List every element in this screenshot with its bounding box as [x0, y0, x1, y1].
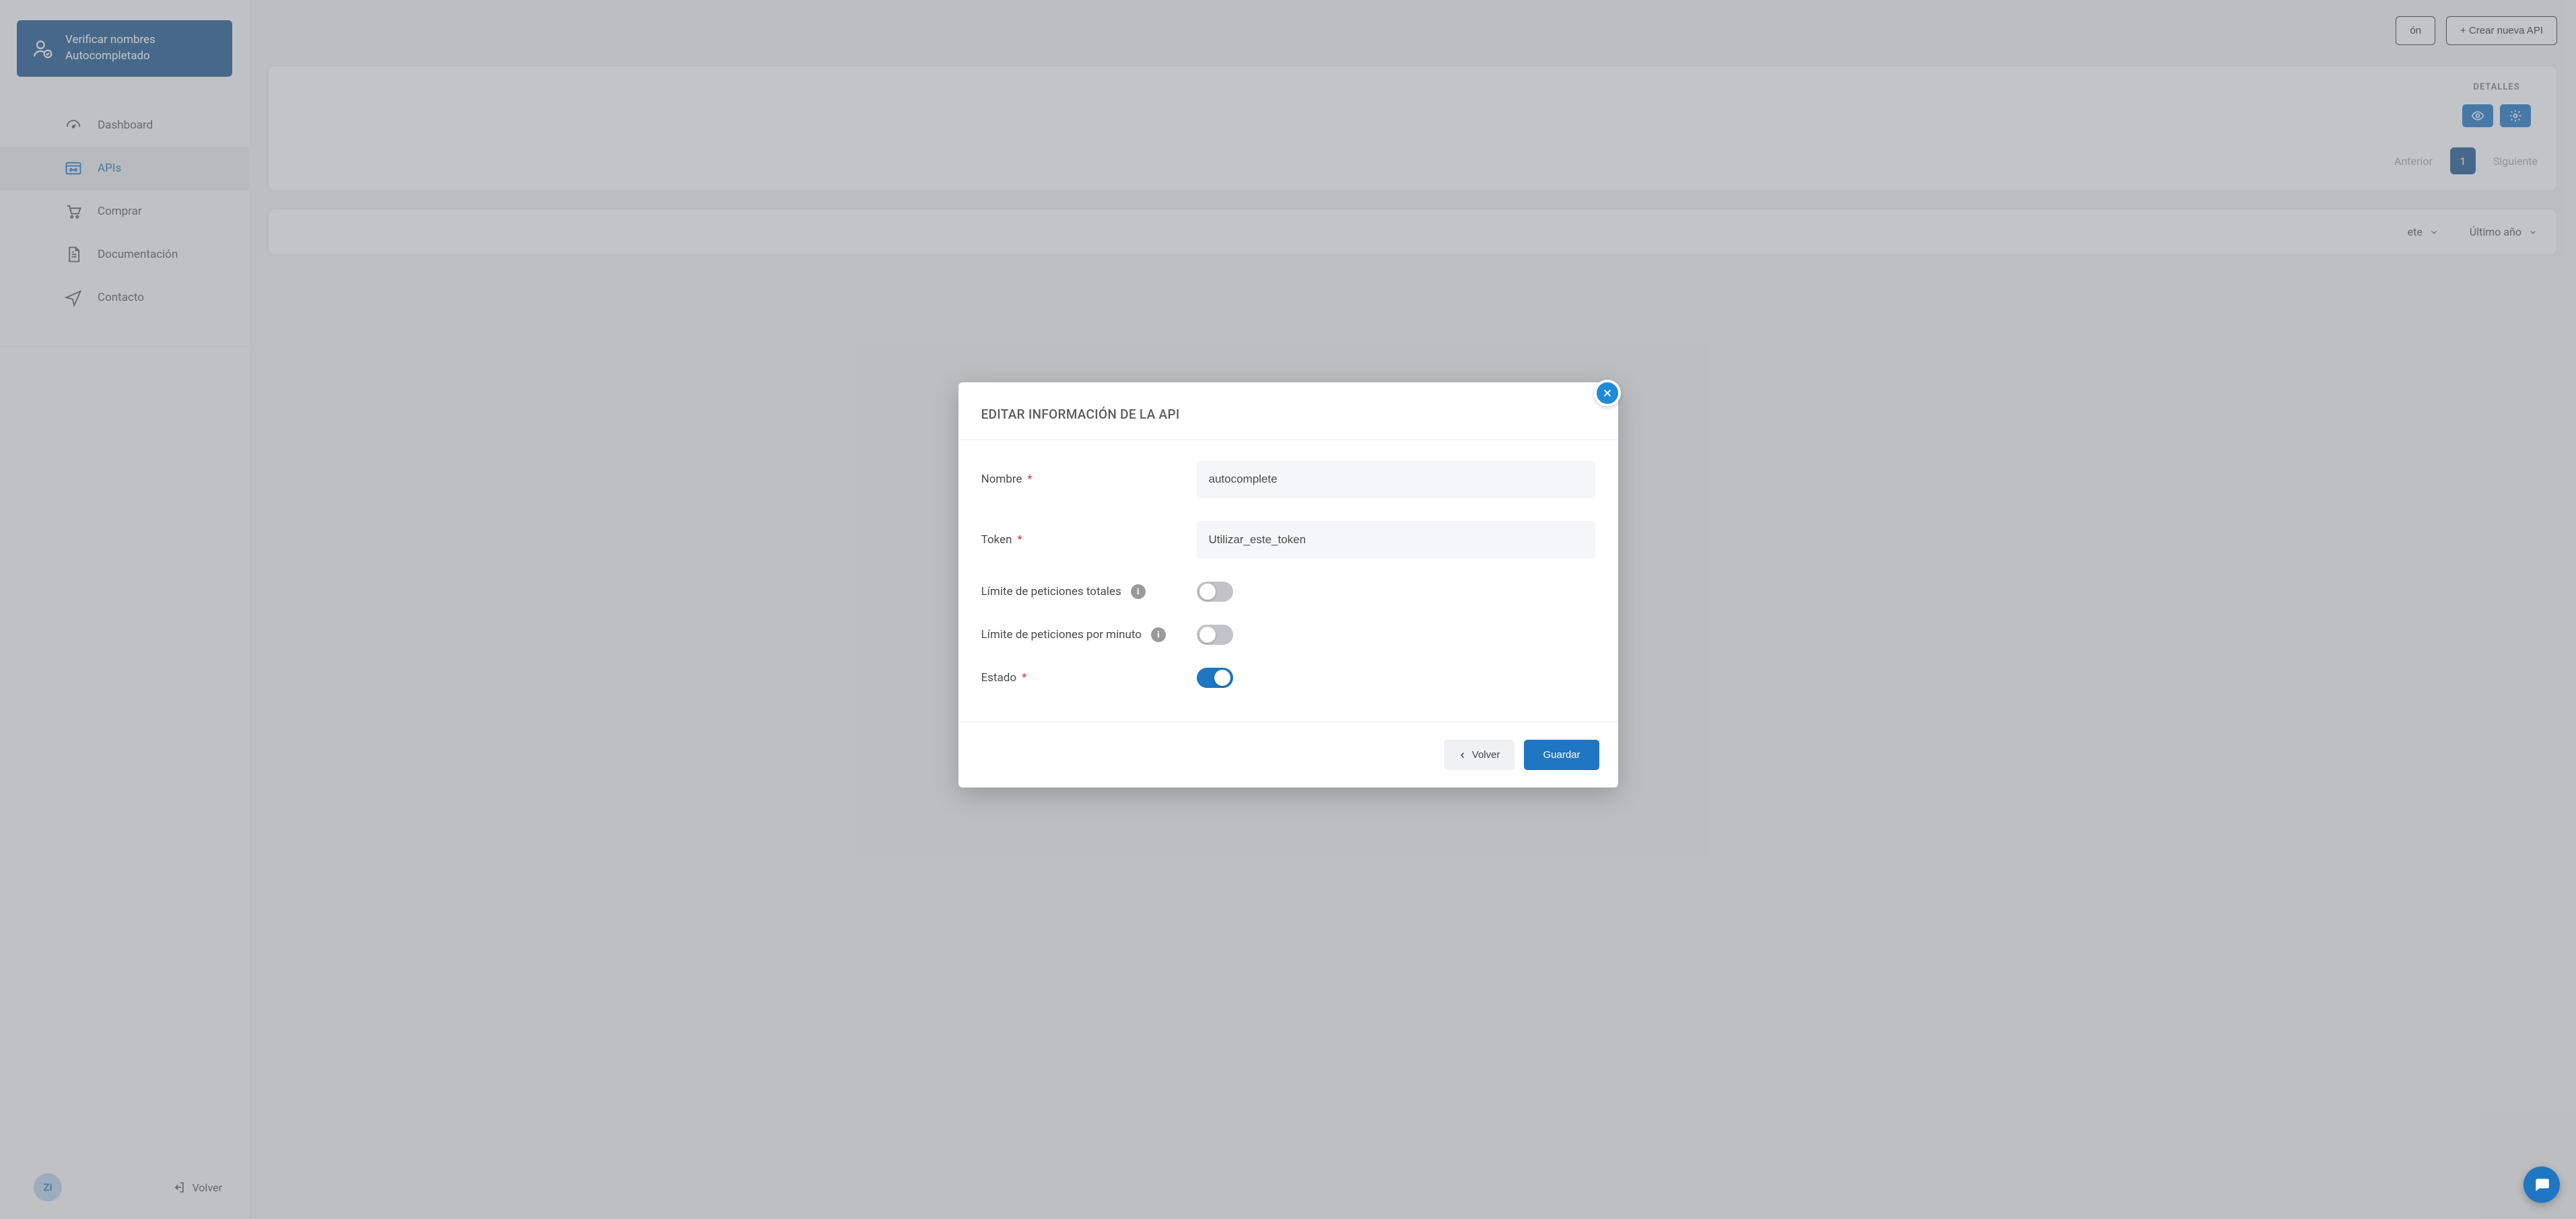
limit-total-toggle[interactable] — [1197, 582, 1233, 602]
form-row-token: Token * — [981, 521, 1595, 559]
required-marker: * — [1022, 671, 1026, 685]
edit-api-modal: EDITAR INFORMACIÓN DE LA API Nombre * To… — [959, 382, 1618, 788]
save-button[interactable]: Guardar — [1524, 740, 1599, 770]
form-row-limit-total: Límite de peticiones totales i — [981, 582, 1595, 602]
required-marker: * — [1027, 473, 1032, 486]
token-label-text: Token — [981, 533, 1012, 547]
page-root: Verificar nombres Autocompletado Dashboa… — [0, 0, 2576, 1219]
status-toggle[interactable] — [1197, 668, 1233, 688]
form-row-limit-minute: Límite de peticiones por minuto i — [981, 625, 1595, 645]
modal-title: EDITAR INFORMACIÓN DE LA API — [981, 407, 1595, 422]
modal-footer: Volver Guardar — [959, 722, 1618, 788]
chat-icon — [2533, 1176, 2550, 1193]
limit-minute-text: Límite de peticiones por minuto — [981, 628, 1142, 641]
form-row-name: Nombre * — [981, 460, 1595, 498]
close-icon — [1601, 387, 1613, 399]
name-label: Nombre * — [981, 473, 1197, 486]
name-label-text: Nombre — [981, 473, 1022, 486]
form-row-status: Estado * — [981, 668, 1595, 688]
limit-total-label: Límite de peticiones totales i — [981, 584, 1197, 599]
back-button-label: Volver — [1472, 749, 1500, 761]
required-marker: * — [1017, 533, 1022, 547]
name-input[interactable] — [1197, 460, 1595, 498]
modal-body: Nombre * Token * Límite de peticiones to… — [959, 440, 1618, 722]
save-button-label: Guardar — [1543, 749, 1580, 761]
info-icon[interactable]: i — [1151, 627, 1166, 642]
modal-close-button[interactable] — [1594, 380, 1621, 407]
modal-header: EDITAR INFORMACIÓN DE LA API — [959, 382, 1618, 440]
status-label: Estado * — [981, 671, 1197, 685]
status-label-text: Estado — [981, 671, 1017, 685]
chat-widget-button[interactable] — [2523, 1166, 2560, 1203]
back-button[interactable]: Volver — [1444, 740, 1515, 770]
token-label: Token * — [981, 533, 1197, 547]
limit-minute-label: Límite de peticiones por minuto i — [981, 627, 1197, 642]
chevron-left-icon — [1459, 751, 1467, 759]
info-icon[interactable]: i — [1131, 584, 1146, 599]
limit-total-text: Límite de peticiones totales — [981, 585, 1121, 598]
limit-minute-toggle[interactable] — [1197, 625, 1233, 645]
token-input[interactable] — [1197, 521, 1595, 559]
